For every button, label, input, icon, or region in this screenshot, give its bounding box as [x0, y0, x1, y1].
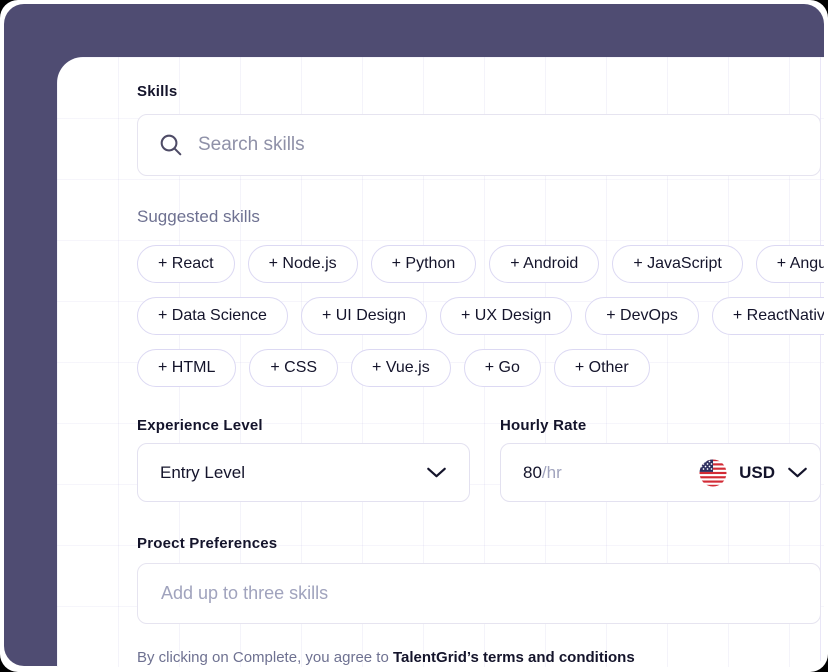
suggested-skills-label: Suggested skills — [137, 207, 260, 227]
skill-chip[interactable]: + Vue.js — [351, 349, 451, 387]
search-icon — [158, 132, 184, 158]
hourly-rate-label: Hourly Rate — [500, 417, 586, 434]
skill-chip[interactable]: + JavaScript — [612, 245, 742, 283]
chevron-down-icon — [787, 467, 808, 478]
experience-level-select[interactable]: Entry Level — [137, 443, 470, 502]
skill-chip[interactable]: + Python — [371, 245, 477, 283]
skill-chip[interactable]: + Angular — [756, 245, 824, 283]
experience-level-value: Entry Level — [160, 463, 245, 483]
skill-chip[interactable]: + DevOps — [585, 297, 699, 335]
skill-chip[interactable]: + Data Science — [137, 297, 288, 335]
project-preferences-input[interactable] — [161, 583, 797, 604]
skills-form-card: Skills Suggested skills + React + Node.js… — [57, 57, 824, 667]
project-preferences-label: Proect Preferences — [137, 535, 277, 552]
chip-row: + HTML + CSS + Vue.js + Go + Other — [137, 349, 824, 387]
chip-row: + React + Node.js + Python + Android + JavaS… — [137, 245, 824, 283]
skill-chip[interactable]: + ReactNative — [712, 297, 824, 335]
us-flag-icon — [699, 459, 727, 487]
skills-search-box[interactable] — [137, 114, 821, 176]
project-preferences-box[interactable] — [137, 563, 821, 624]
currency-code: USD — [739, 463, 775, 483]
chip-row: + Data Science + UI Design + UX Design + De… — [137, 297, 824, 335]
hourly-rate-value: 80/hr — [523, 463, 562, 483]
experience-level-label: Experience Level — [137, 417, 263, 434]
skill-chip[interactable]: + React — [137, 245, 235, 283]
onboarding-window: Skills Suggested skills + React + Node.js… — [0, 0, 828, 672]
skill-chip[interactable]: + Node.js — [248, 245, 358, 283]
skill-chip[interactable]: + HTML — [137, 349, 236, 387]
skill-chip[interactable]: + Go — [464, 349, 541, 387]
skill-chip[interactable]: + Other — [554, 349, 650, 387]
terms-link: TalentGrid’s terms and conditions — [393, 649, 635, 666]
skill-chip[interactable]: + UX Design — [440, 297, 572, 335]
search-skills-input[interactable] — [198, 134, 800, 156]
skill-chip[interactable]: + CSS — [249, 349, 338, 387]
suggested-skills-chips: + React + Node.js + Python + Android + JavaS… — [137, 245, 824, 401]
hourly-rate-field[interactable]: 80/hr — [500, 443, 821, 502]
skill-chip[interactable]: + Android — [489, 245, 599, 283]
skill-chip[interactable]: + UI Design — [301, 297, 427, 335]
skills-label: Skills — [137, 83, 177, 100]
currency-selector[interactable]: USD — [699, 459, 808, 487]
terms-footer: By clicking on Complete, you agree to Ta… — [137, 649, 635, 666]
rate-unit: /hr — [542, 463, 562, 482]
terms-prefix: By clicking on Complete, you agree to — [137, 649, 393, 666]
chevron-down-icon — [426, 467, 447, 478]
